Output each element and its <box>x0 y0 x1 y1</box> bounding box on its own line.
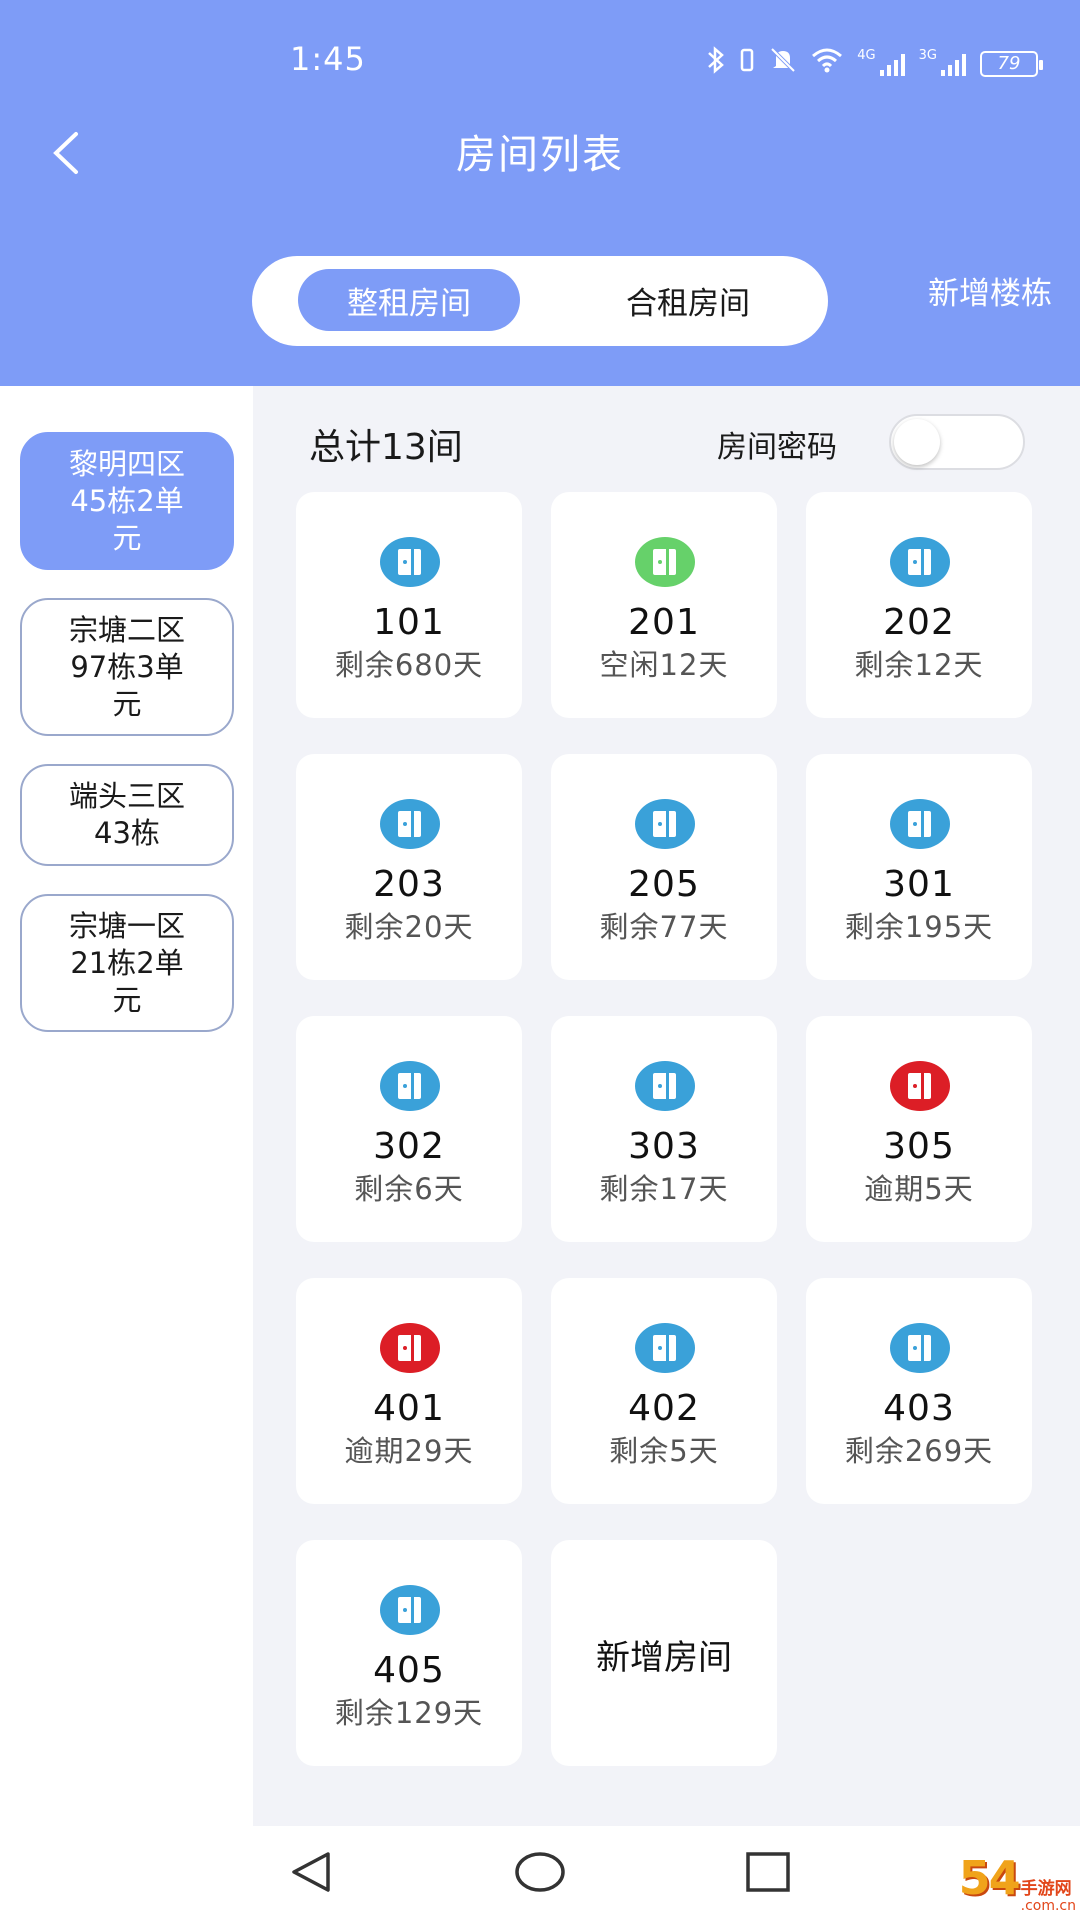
door-status-icon <box>635 1323 695 1373</box>
room-status: 剩余6天 <box>354 1172 464 1206</box>
room-number: 305 <box>883 1126 955 1167</box>
room-card[interactable]: 403 剩余269天 <box>806 1278 1032 1504</box>
room-number: 405 <box>373 1650 445 1691</box>
circle-home-icon <box>515 1852 565 1892</box>
watermark-logo: 54 手游网 .com.cn <box>959 1851 1076 1914</box>
door-status-icon <box>380 799 440 849</box>
room-card[interactable]: 201 空闲12天 <box>551 492 777 718</box>
door-status-icon <box>380 1323 440 1373</box>
door-status-icon <box>380 537 440 587</box>
room-number: 202 <box>883 602 955 643</box>
room-number: 201 <box>628 602 700 643</box>
nav-recents-button[interactable] <box>738 1846 798 1898</box>
room-card[interactable]: 401 逾期29天 <box>296 1278 522 1504</box>
door-status-icon <box>890 1061 950 1111</box>
room-card[interactable]: 305 逾期5天 <box>806 1016 1032 1242</box>
door-status-icon <box>890 1323 950 1373</box>
battery-icon: 79 <box>980 50 1043 77</box>
room-number: 301 <box>883 864 955 905</box>
room-number: 302 <box>373 1126 445 1167</box>
toggle-knob <box>894 419 940 465</box>
door-status-icon <box>635 1061 695 1111</box>
rent-type-switch: 整租房间 合租房间 <box>252 256 828 346</box>
room-password-label: 房间密码 <box>717 430 837 465</box>
building-item-zongtang-2[interactable]: 宗塘二区 97栋3单元 <box>20 598 234 736</box>
network-type-2: 3G <box>918 48 937 63</box>
building-label: 宗塘一区 21栋2单元 <box>68 908 185 1017</box>
room-password-toggle[interactable] <box>889 414 1025 470</box>
mute-bell-icon <box>769 46 797 81</box>
status-icons: 4G 3G 79 <box>707 46 1043 81</box>
tab-whole-rent[interactable]: 整租房间 <box>298 269 520 331</box>
add-room-label: 新增房间 <box>596 1638 732 1678</box>
room-card[interactable]: 402 剩余5天 <box>551 1278 777 1504</box>
building-label: 端头三区 43栋 <box>68 779 185 850</box>
page-title: 房间列表 <box>456 132 624 178</box>
door-status-icon <box>890 799 950 849</box>
battery-level: 79 <box>997 53 1021 74</box>
room-grid-panel: 总计13间 房间密码 101 剩余680天 201 空闲12天 202 剩余12天 203 剩… <box>253 386 1080 1826</box>
room-status: 剩余12天 <box>854 648 984 682</box>
room-status: 剩余129天 <box>334 1696 484 1730</box>
square-recents-icon <box>746 1852 790 1892</box>
bluetooth-icon <box>707 46 725 81</box>
door-status-icon <box>380 1585 440 1635</box>
room-number: 402 <box>628 1388 700 1429</box>
room-status: 剩余77天 <box>599 910 729 944</box>
room-card[interactable]: 203 剩余20天 <box>296 754 522 980</box>
door-status-icon <box>890 537 950 587</box>
room-card[interactable]: 405 剩余129天 <box>296 1540 522 1766</box>
room-status: 剩余20天 <box>344 910 474 944</box>
room-status: 剩余680天 <box>334 648 484 682</box>
door-status-icon <box>380 1061 440 1111</box>
building-item-duantou-3[interactable]: 端头三区 43栋 <box>20 764 234 866</box>
nav-home-button[interactable] <box>510 1846 570 1898</box>
room-status: 剩余195天 <box>844 910 994 944</box>
new-building-button[interactable]: 新增楼栋 <box>928 268 1052 313</box>
room-card[interactable]: 303 剩余17天 <box>551 1016 777 1242</box>
room-status: 空闲12天 <box>599 648 729 682</box>
signal-icon-1 <box>879 52 905 76</box>
header-bar: 1:45 4G 3G 79 房间列表 整租房间 合租房间 新增楼栋 <box>0 0 1080 386</box>
nav-back-button[interactable] <box>282 1846 342 1898</box>
room-number: 101 <box>373 602 445 643</box>
room-card[interactable]: 101 剩余680天 <box>296 492 522 718</box>
room-status: 剩余5天 <box>609 1434 719 1468</box>
room-total-count: 总计13间 <box>309 427 463 468</box>
tab-shared-rent[interactable]: 合租房间 <box>596 269 780 331</box>
building-item-zongtang-1[interactable]: 宗塘一区 21栋2单元 <box>20 894 234 1032</box>
system-nav-bar: 54 手游网 .com.cn <box>0 1826 1080 1920</box>
room-status: 逾期5天 <box>864 1172 974 1206</box>
building-list: 黎明四区 45栋2单元 宗塘二区 97栋3单元 端头三区 43栋 宗塘一区 21栋2单元 <box>0 386 253 1731</box>
room-status: 剩余17天 <box>599 1172 729 1206</box>
status-time: 1:45 <box>290 40 366 78</box>
vibrate-icon <box>739 47 755 80</box>
watermark-brand: 手游网 <box>1020 1879 1072 1899</box>
room-number: 303 <box>628 1126 700 1167</box>
door-status-icon <box>635 799 695 849</box>
signal-icon-2 <box>941 52 966 76</box>
triangle-back-icon <box>292 1852 330 1892</box>
room-status: 逾期29天 <box>344 1434 474 1468</box>
room-card[interactable]: 301 剩余195天 <box>806 754 1032 980</box>
room-number: 403 <box>883 1388 955 1429</box>
building-item-liming-4[interactable]: 黎明四区 45栋2单元 <box>20 432 234 570</box>
building-label: 黎明四区 45栋2单元 <box>68 446 185 555</box>
room-card[interactable]: 302 剩余6天 <box>296 1016 522 1242</box>
room-card[interactable]: 205 剩余77天 <box>551 754 777 980</box>
room-number: 401 <box>373 1388 445 1429</box>
room-card[interactable]: 202 剩余12天 <box>806 492 1032 718</box>
room-number: 205 <box>628 864 700 905</box>
status-bar: 1:45 4G 3G 79 <box>0 40 1080 90</box>
add-room-button[interactable]: 新增房间 <box>551 1540 777 1766</box>
network-type-1: 4G <box>857 48 876 63</box>
room-number: 203 <box>373 864 445 905</box>
watermark-number: 54 <box>958 1851 1021 1905</box>
building-label: 宗塘二区 97栋3单元 <box>68 612 185 721</box>
door-status-icon <box>635 537 695 587</box>
watermark-domain: .com.cn <box>1020 1898 1076 1914</box>
room-status: 剩余269天 <box>844 1434 994 1468</box>
wifi-icon <box>811 47 843 80</box>
